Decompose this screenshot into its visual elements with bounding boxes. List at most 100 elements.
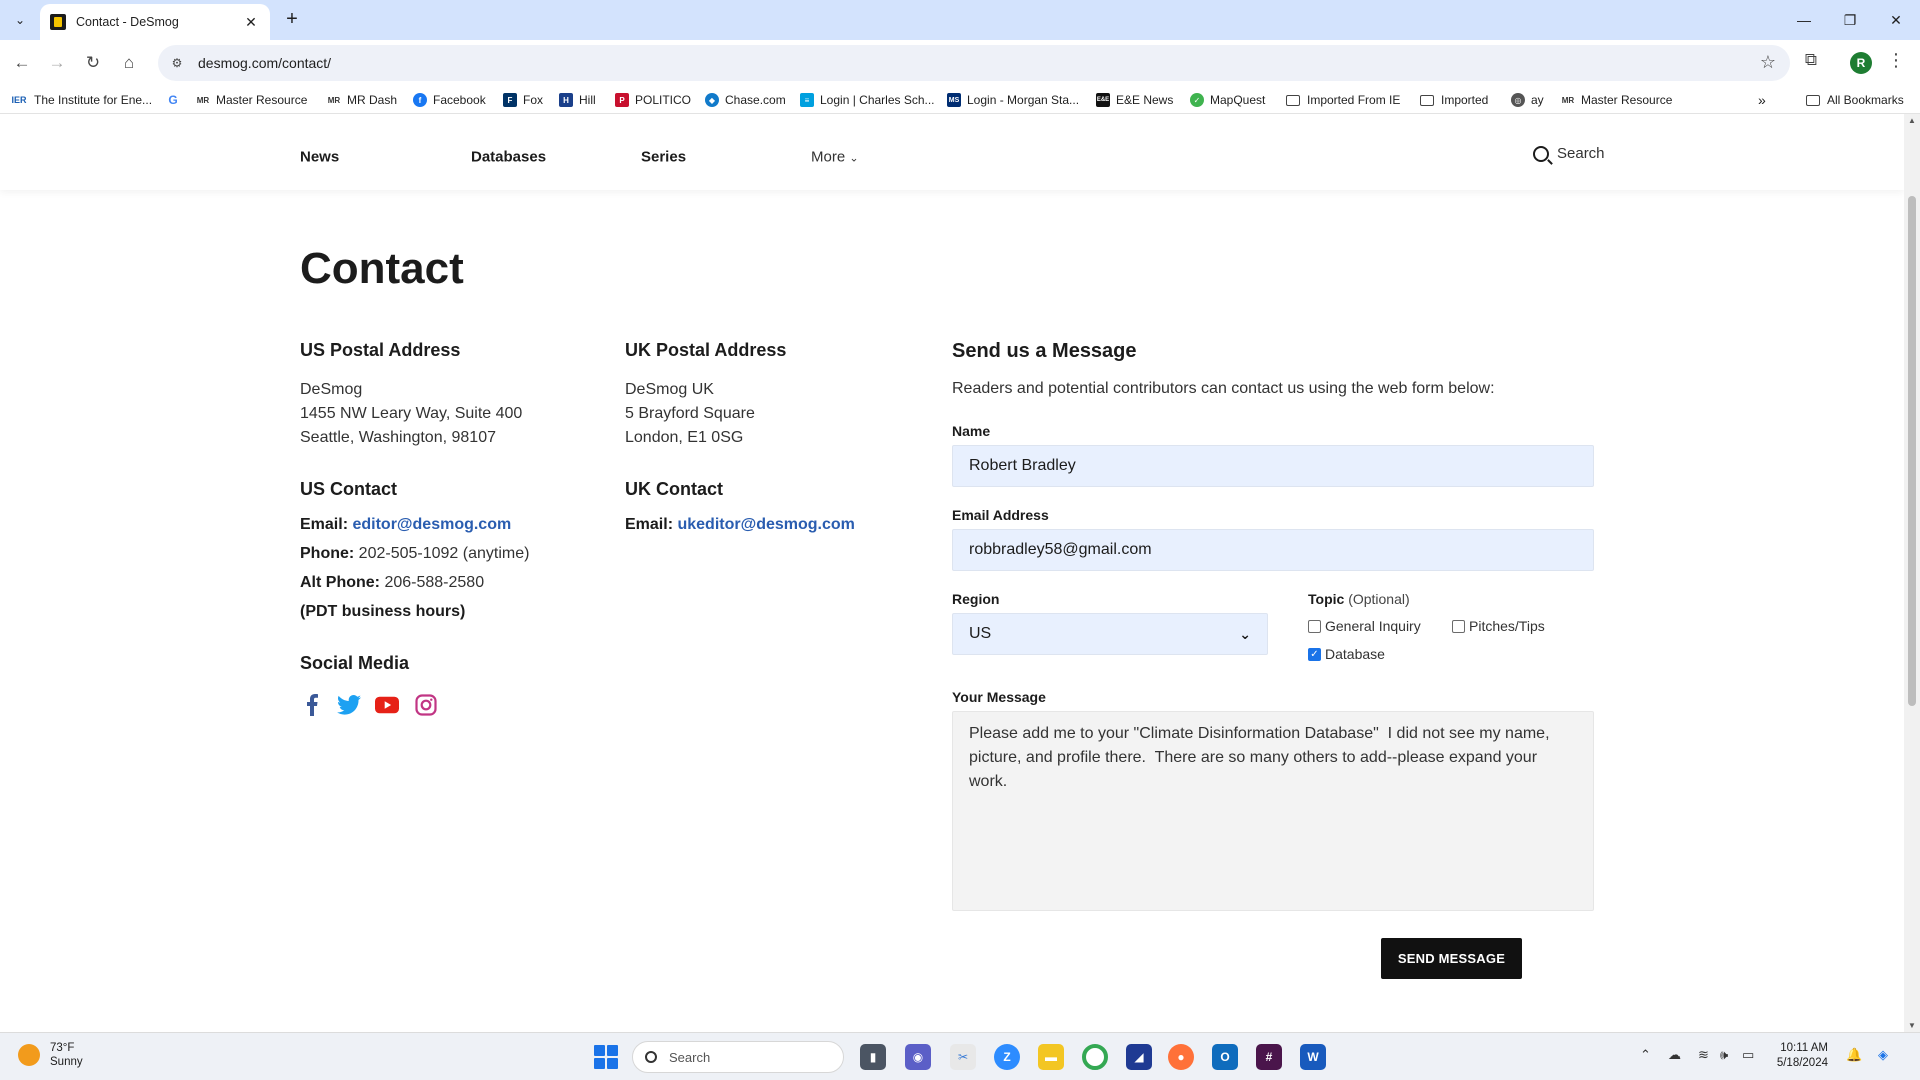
scroll-up-icon[interactable]: ▲ xyxy=(1907,116,1917,125)
us-email-link[interactable]: editor@desmog.com xyxy=(352,516,511,533)
us-email-row: Email: editor@desmog.com xyxy=(300,516,511,534)
bookmark-folder-imported[interactable]: Imported xyxy=(1420,91,1488,109)
bookmark-ay[interactable]: ◎ ay xyxy=(1511,91,1544,109)
name-label: Name xyxy=(952,423,991,439)
url-text[interactable]: desmog.com/contact/ xyxy=(198,55,331,71)
bookmark-charles-schwab[interactable]: ≡ Login | Charles Sch... xyxy=(800,91,935,109)
topic-label-text: Topic xyxy=(1308,591,1345,607)
scroll-down-icon[interactable]: ▼ xyxy=(1907,1021,1917,1030)
folder-icon xyxy=(1420,94,1434,106)
active-tab[interactable]: Contact - DeSmog ✕ xyxy=(40,4,270,40)
home-icon[interactable]: ⌂ xyxy=(116,50,142,76)
topic-pitches-tips[interactable]: Pitches/Tips xyxy=(1452,618,1545,634)
taskbar-search[interactable]: Search xyxy=(632,1041,844,1073)
nav-databases[interactable]: Databases xyxy=(471,149,546,166)
all-bookmarks-button[interactable]: All Bookmarks xyxy=(1806,91,1904,109)
twitter-icon[interactable] xyxy=(337,693,361,717)
task-view-icon[interactable]: ▮ xyxy=(860,1044,886,1070)
uk-email-link[interactable]: ukeditor@desmog.com xyxy=(677,516,854,533)
firefox-icon[interactable]: ● xyxy=(1168,1044,1194,1070)
zoom-icon[interactable]: Z xyxy=(994,1044,1020,1070)
weather-widget[interactable]: 73°F Sunny xyxy=(18,1041,83,1069)
tray-overflow-icon[interactable]: ⌃ xyxy=(1640,1047,1651,1063)
teams-chat-icon[interactable]: ◉ xyxy=(905,1044,931,1070)
minimize-icon[interactable]: — xyxy=(1790,6,1818,34)
weather-condition: Sunny xyxy=(50,1056,83,1068)
back-icon[interactable]: ← xyxy=(9,50,35,76)
bookmarks-bar: IER The Institute for Ene... G MR Master R… xyxy=(0,86,1920,114)
general-inquiry-checkbox[interactable] xyxy=(1308,619,1321,633)
youtube-icon[interactable] xyxy=(375,693,399,717)
word-icon[interactable]: W xyxy=(1300,1044,1326,1070)
browser-menu-icon[interactable]: ⋮ xyxy=(1886,50,1906,76)
email-input[interactable] xyxy=(952,529,1594,571)
facebook-icon[interactable] xyxy=(300,693,324,717)
site-info-icon[interactable]: ⚙ xyxy=(168,54,186,72)
nav-more[interactable]: More ⌄ xyxy=(811,149,859,166)
chrome-icon[interactable] xyxy=(1082,1044,1108,1070)
wifi-icon[interactable]: ≋ xyxy=(1698,1047,1709,1063)
bookmark-ier[interactable]: IER The Institute for Ene... xyxy=(10,91,152,109)
close-tab-icon[interactable]: ✕ xyxy=(242,14,260,31)
general-inquiry-label: General Inquiry xyxy=(1325,618,1421,634)
ee-news-icon: E&E xyxy=(1096,93,1110,107)
bookmark-hill[interactable]: H Hill xyxy=(559,91,596,109)
message-textarea[interactable]: Please add me to your "Climate Disinform… xyxy=(952,711,1594,911)
topic-optional: (Optional) xyxy=(1348,591,1410,607)
forward-icon[interactable]: → xyxy=(44,50,70,76)
instagram-icon[interactable] xyxy=(414,693,438,717)
reload-icon[interactable]: ↻ xyxy=(80,50,106,76)
bookmark-master-resource[interactable]: MR Master Resource xyxy=(196,91,307,109)
slack-icon[interactable]: # xyxy=(1256,1044,1282,1070)
bookmark-mr-dash[interactable]: MR MR Dash xyxy=(327,91,397,109)
start-button[interactable] xyxy=(594,1045,618,1069)
nav-series[interactable]: Series xyxy=(641,149,686,166)
app-icon[interactable]: ◢ xyxy=(1126,1044,1152,1070)
new-tab-button[interactable]: + xyxy=(280,8,304,32)
bookmark-fox[interactable]: F Fox xyxy=(503,91,543,109)
bookmark-ee-news[interactable]: E&E E&E News xyxy=(1096,91,1173,109)
topic-database[interactable]: ✓ Database xyxy=(1308,646,1385,662)
restore-icon[interactable]: ❐ xyxy=(1836,6,1864,34)
bookmark-mapquest[interactable]: ✓ MapQuest xyxy=(1190,91,1265,109)
hill-icon: H xyxy=(559,93,573,107)
page-scrollbar[interactable]: ▲ ▼ xyxy=(1904,114,1920,1032)
nav-news[interactable]: News xyxy=(300,149,339,166)
outlook-icon[interactable]: O xyxy=(1212,1044,1238,1070)
pitches-tips-checkbox[interactable] xyxy=(1452,619,1465,633)
bookmark-google[interactable]: G xyxy=(166,91,186,109)
bookmark-facebook[interactable]: f Facebook xyxy=(413,91,486,109)
topic-general-inquiry[interactable]: General Inquiry xyxy=(1308,618,1421,634)
send-message-button[interactable]: SEND MESSAGE xyxy=(1381,938,1522,979)
us-hours: (PDT business hours) xyxy=(300,603,466,620)
region-select[interactable]: US ⌄ xyxy=(952,613,1268,655)
volume-icon[interactable]: 🕪 xyxy=(1720,1047,1728,1063)
extensions-icon[interactable]: ⧉ xyxy=(1798,50,1824,76)
nav-search-button[interactable]: Search xyxy=(1533,145,1605,162)
notification-bell-icon[interactable]: 🔔 xyxy=(1846,1047,1862,1063)
snipping-tool-icon[interactable]: ✂ xyxy=(950,1044,976,1070)
scroll-thumb[interactable] xyxy=(1908,196,1916,706)
profile-avatar[interactable]: R xyxy=(1850,52,1872,74)
us-alt-phone-row: Alt Phone: 206-588-2580 xyxy=(300,574,484,592)
clock[interactable]: 10:11 AM 5/18/2024 xyxy=(1750,1041,1828,1071)
us-alt-phone: 206-588-2580 xyxy=(384,574,485,591)
tab-search-button[interactable]: ⌄ xyxy=(8,8,32,32)
file-explorer-icon[interactable]: ▬ xyxy=(1038,1044,1064,1070)
name-input[interactable] xyxy=(952,445,1594,487)
phone-label: Phone: xyxy=(300,545,355,562)
email-address-label: Email Address xyxy=(952,507,1049,523)
bookmark-morgan-stanley[interactable]: MS Login - Morgan Sta... xyxy=(947,91,1079,109)
bookmark-folder-imported-from-ie[interactable]: Imported From IE xyxy=(1286,91,1400,109)
close-window-icon[interactable]: ✕ xyxy=(1882,6,1910,34)
bookmark-politico[interactable]: P POLITICO xyxy=(615,91,691,109)
bookmark-star-icon[interactable]: ☆ xyxy=(1760,52,1776,73)
bookmark-master-resource-2[interactable]: MR Master Resource xyxy=(1561,91,1672,109)
database-checkbox[interactable]: ✓ xyxy=(1308,647,1321,661)
address-bar[interactable]: ⚙ desmog.com/contact/ ☆ xyxy=(158,45,1790,81)
onedrive-icon[interactable]: ☁ xyxy=(1668,1047,1681,1063)
more-bookmarks-icon[interactable]: » xyxy=(1758,91,1766,109)
fox-icon: F xyxy=(503,93,517,107)
bookmark-chase[interactable]: ◆ Chase.com xyxy=(705,91,786,109)
copilot-icon[interactable]: ◈ xyxy=(1878,1047,1888,1063)
